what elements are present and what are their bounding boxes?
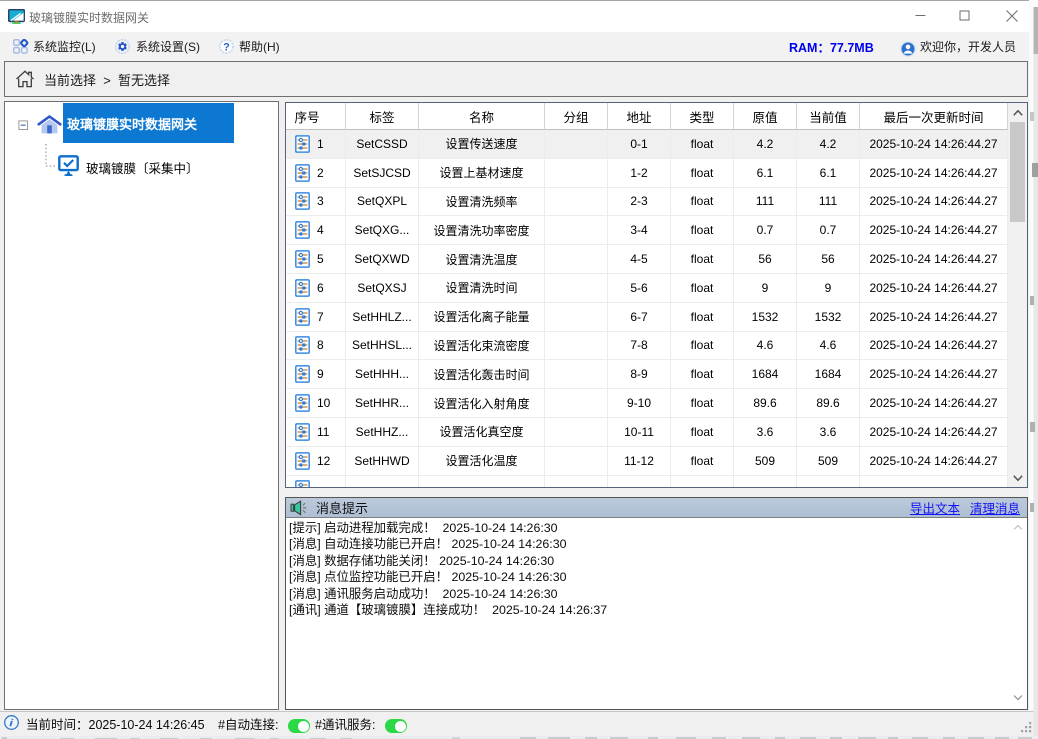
svg-text:?: ?	[223, 42, 230, 54]
